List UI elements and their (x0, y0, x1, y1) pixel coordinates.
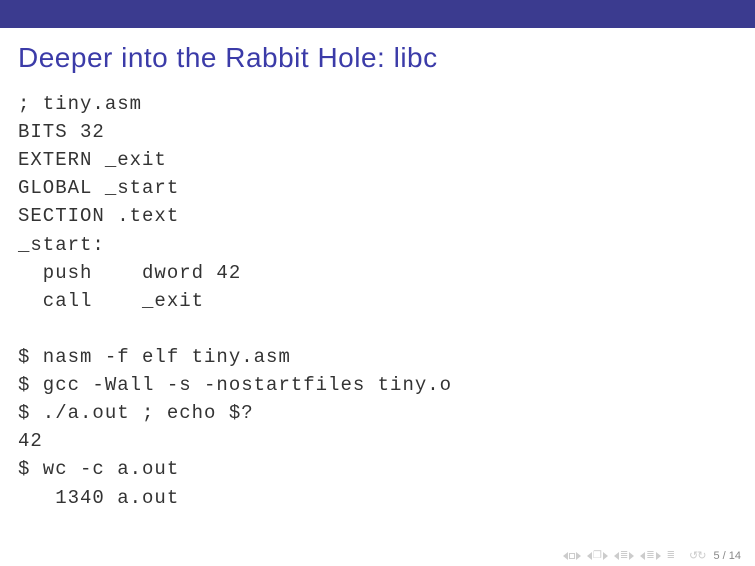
code-line: push dword 42 (18, 262, 241, 284)
nav-next-icon[interactable]: ≣ (640, 550, 660, 561)
beamer-nav-icons[interactable]: ❐ ≣ ≣ ≣ (563, 550, 675, 561)
nav-goto-icon[interactable]: ≣ (667, 550, 675, 561)
slide-title: Deeper into the Rabbit Hole: libc (0, 28, 755, 80)
code-line: $ gcc -Wall -s -nostartfiles tiny.o (18, 374, 452, 396)
page-number: 5 / 14 (713, 550, 741, 562)
nav-first-icon[interactable] (563, 552, 581, 560)
code-line: EXTERN _exit (18, 149, 167, 171)
slide-header-bar (0, 0, 755, 28)
code-line: _start: (18, 234, 105, 256)
code-line: 42 (18, 430, 43, 452)
slide-footer: ❐ ≣ ≣ ≣ ↺↻ 5 / 14 (563, 549, 741, 562)
code-line: $ ./a.out ; echo $? (18, 402, 254, 424)
code-line: $ nasm -f elf tiny.asm (18, 346, 291, 368)
code-line: $ wc -c a.out (18, 458, 179, 480)
code-line: call _exit (18, 290, 204, 312)
code-line: 1340 a.out (18, 487, 179, 509)
nav-prev-section-icon[interactable]: ❐ (587, 550, 608, 561)
code-line: BITS 32 (18, 121, 105, 143)
nav-prev-icon[interactable]: ≣ (614, 550, 634, 561)
code-block: ; tiny.asm BITS 32 EXTERN _exit GLOBAL _… (0, 80, 755, 512)
code-line: GLOBAL _start (18, 177, 179, 199)
code-line: SECTION .text (18, 205, 179, 227)
code-line: ; tiny.asm (18, 93, 142, 115)
nav-loop-icons[interactable]: ↺↻ (689, 549, 705, 562)
